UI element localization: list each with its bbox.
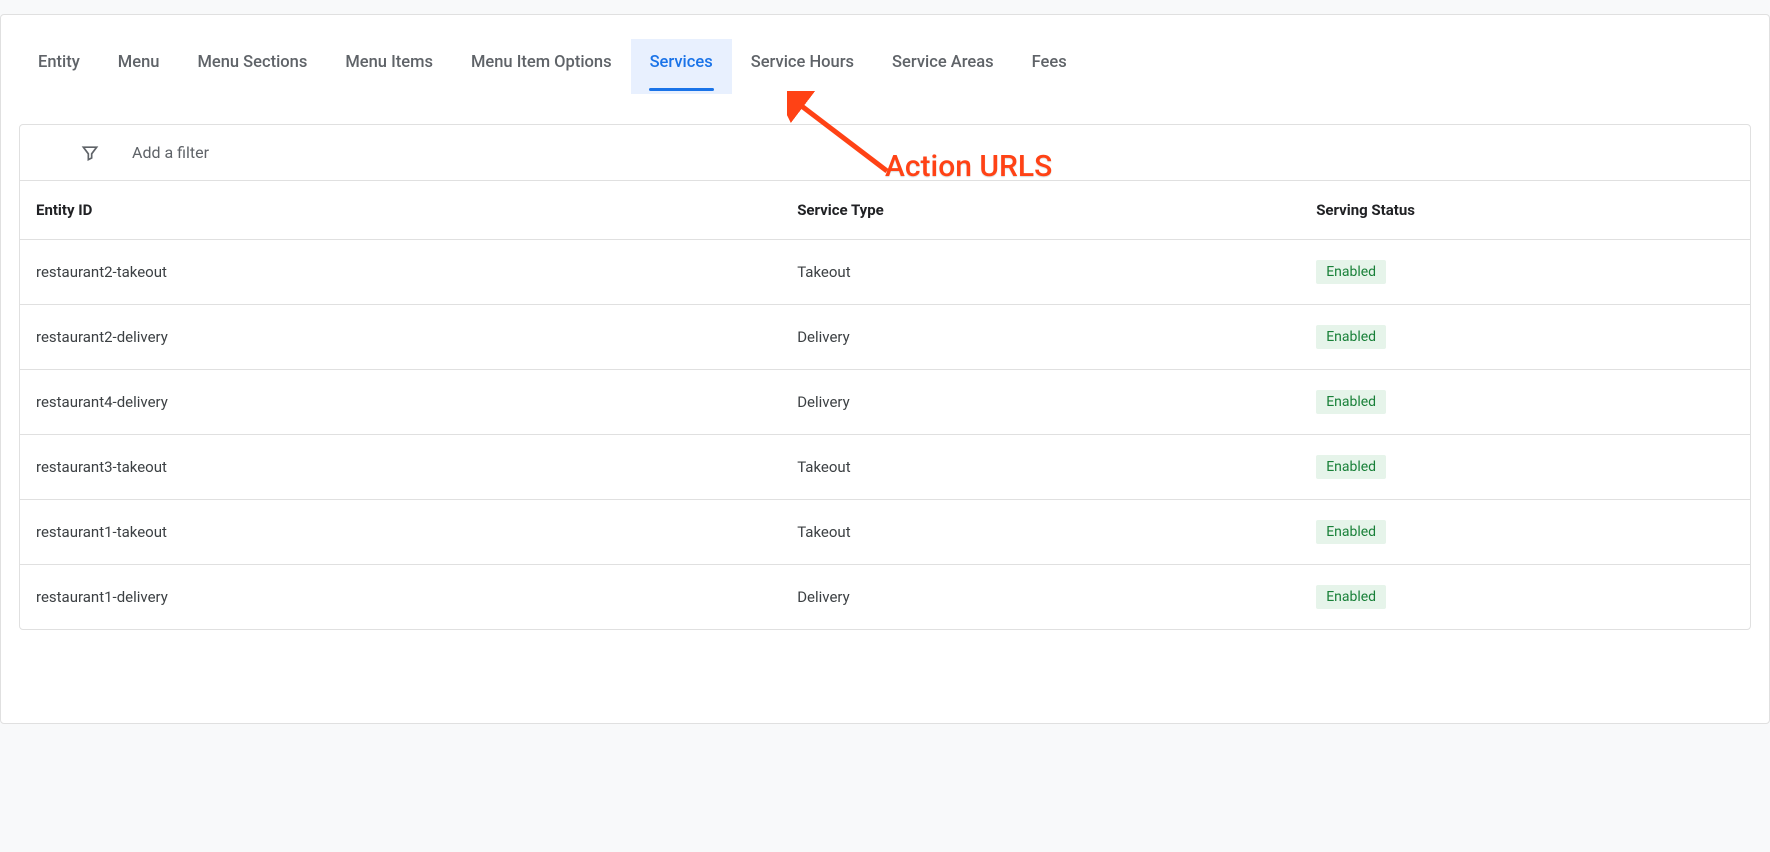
table-row[interactable]: restaurant2-deliveryDelivery Enabled	[20, 305, 1750, 370]
status-badge: Enabled	[1316, 390, 1386, 414]
cell-service-type: Takeout	[781, 500, 1300, 565]
tab-fees[interactable]: Fees	[1013, 43, 1086, 92]
cell-entity-id: restaurant4-delivery	[20, 370, 781, 435]
cell-entity-id: restaurant1-delivery	[20, 565, 781, 630]
services-table-wrap: Add a filter Entity ID Service Type Serv…	[19, 124, 1751, 630]
cell-serving-status: Enabled	[1300, 435, 1750, 500]
filter-placeholder: Add a filter	[132, 143, 209, 162]
header-serving-status[interactable]: Serving Status	[1300, 181, 1750, 240]
cell-service-type: Takeout	[781, 240, 1300, 305]
header-entity-id[interactable]: Entity ID	[20, 181, 781, 240]
cell-service-type: Takeout	[781, 435, 1300, 500]
cell-entity-id: restaurant1-takeout	[20, 500, 781, 565]
page-container: EntityMenuMenu SectionsMenu ItemsMenu It…	[0, 14, 1770, 724]
table-row[interactable]: restaurant4-deliveryDelivery Enabled	[20, 370, 1750, 435]
tabs-bar: EntityMenuMenu SectionsMenu ItemsMenu It…	[1, 15, 1769, 94]
table-row[interactable]: restaurant1-takeoutTakeout Enabled	[20, 500, 1750, 565]
cell-serving-status: Enabled	[1300, 305, 1750, 370]
cell-serving-status: Enabled	[1300, 240, 1750, 305]
cell-service-type: Delivery	[781, 565, 1300, 630]
table-row[interactable]: restaurant2-takeoutTakeout Enabled	[20, 240, 1750, 305]
tab-service-areas[interactable]: Service Areas	[873, 43, 1013, 92]
tab-menu-item-options[interactable]: Menu Item Options	[452, 43, 631, 92]
tab-entity[interactable]: Entity	[19, 43, 99, 92]
filter-row[interactable]: Add a filter	[20, 125, 1750, 181]
cell-entity-id: restaurant3-takeout	[20, 435, 781, 500]
cell-serving-status: Enabled	[1300, 500, 1750, 565]
status-badge: Enabled	[1316, 520, 1386, 544]
tab-menu-sections[interactable]: Menu Sections	[178, 43, 326, 92]
tab-service-hours[interactable]: Service Hours	[732, 43, 873, 92]
table-row[interactable]: restaurant1-deliveryDelivery Enabled	[20, 565, 1750, 630]
tab-services[interactable]: Services	[631, 39, 732, 94]
cell-serving-status: Enabled	[1300, 370, 1750, 435]
table-row[interactable]: restaurant3-takeoutTakeout Enabled	[20, 435, 1750, 500]
cell-serving-status: Enabled	[1300, 565, 1750, 630]
cell-service-type: Delivery	[781, 370, 1300, 435]
table-header-row: Entity ID Service Type Serving Status	[20, 181, 1750, 240]
cell-entity-id: restaurant2-delivery	[20, 305, 781, 370]
filter-icon	[80, 143, 100, 163]
tab-menu-items[interactable]: Menu Items	[326, 43, 452, 92]
tab-menu[interactable]: Menu	[99, 43, 179, 92]
status-badge: Enabled	[1316, 260, 1386, 284]
status-badge: Enabled	[1316, 455, 1386, 479]
cell-service-type: Delivery	[781, 305, 1300, 370]
status-badge: Enabled	[1316, 585, 1386, 609]
cell-entity-id: restaurant2-takeout	[20, 240, 781, 305]
services-table: Entity ID Service Type Serving Status re…	[20, 181, 1750, 629]
status-badge: Enabled	[1316, 325, 1386, 349]
header-service-type[interactable]: Service Type	[781, 181, 1300, 240]
